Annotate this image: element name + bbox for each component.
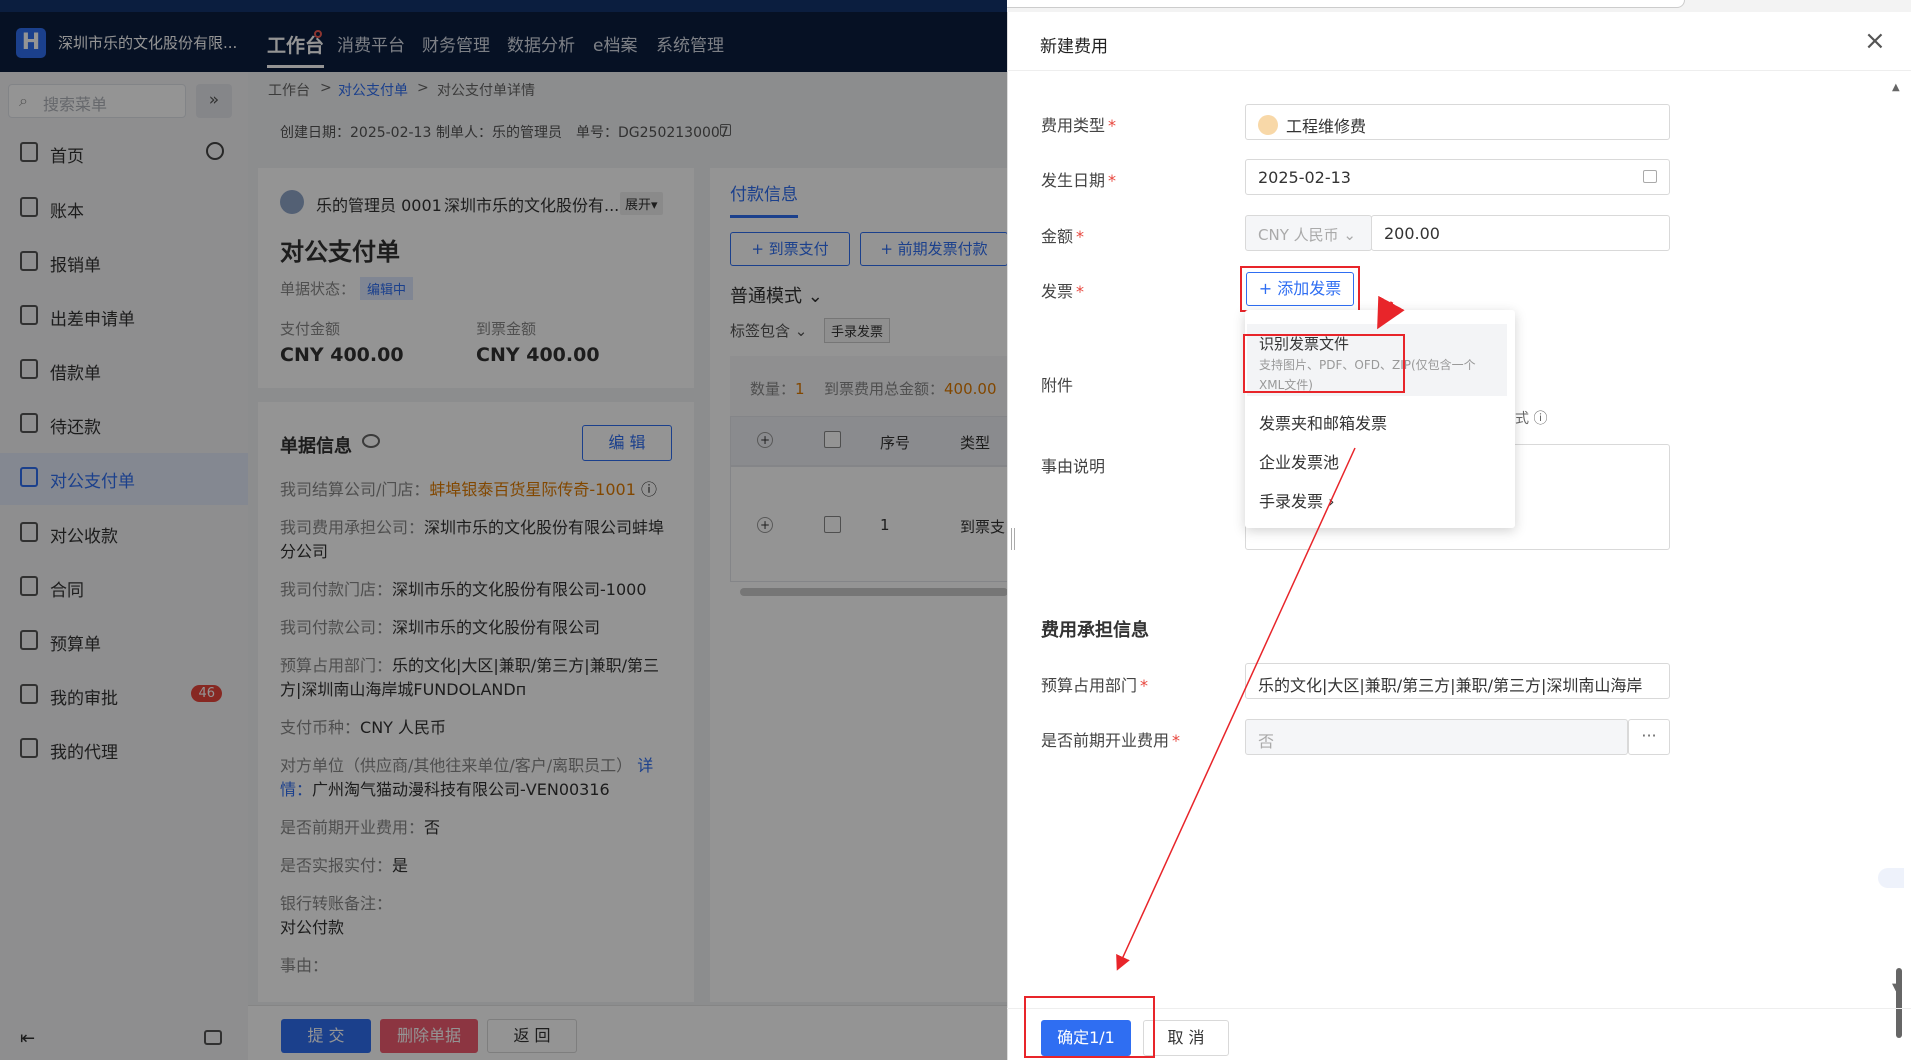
- arrow-to-recognize: [1377, 295, 1405, 330]
- annotation-arrows: [1116, 295, 1405, 971]
- arrow-to-confirm: [1116, 447, 1356, 971]
